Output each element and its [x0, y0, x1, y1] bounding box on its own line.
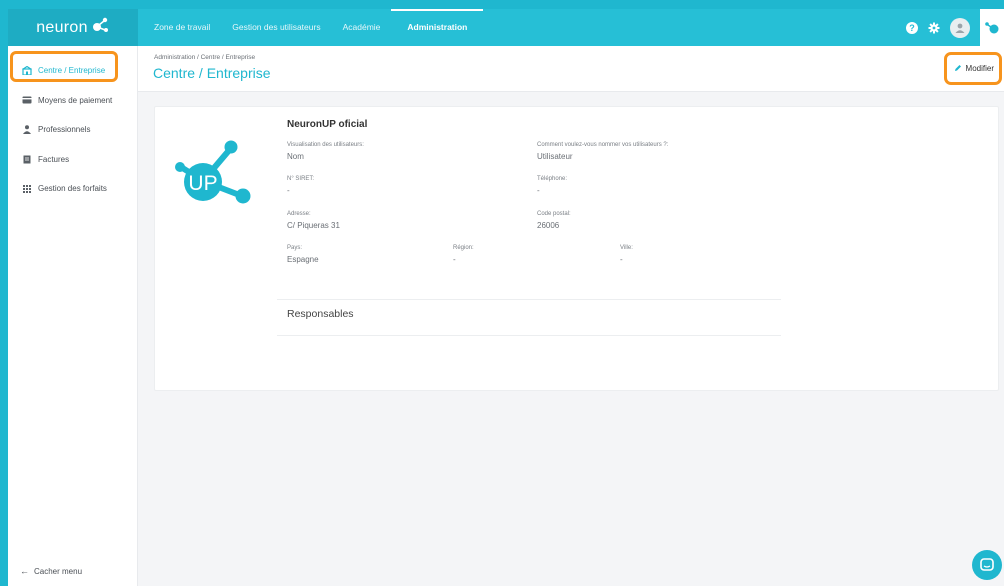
- app-logo-icon[interactable]: [980, 9, 1004, 46]
- field-value: -: [620, 255, 623, 264]
- field-label: Ville:: [620, 245, 633, 251]
- page-title: Centre / Entreprise: [153, 65, 271, 81]
- main-nav: Zone de travail Gestion des utilisateurs…: [154, 9, 484, 46]
- sidebar-item-factures[interactable]: Factures: [8, 145, 137, 175]
- sidebar-item-label: Professionnels: [38, 125, 91, 135]
- sidebar-item-gestion-forfaits[interactable]: Gestion des forfaits: [8, 174, 137, 204]
- highlight-modify: [944, 52, 1002, 85]
- nav-gestion-utilisateurs[interactable]: Gestion des utilisateurs: [221, 9, 331, 46]
- hide-menu-label: Cacher menu: [34, 566, 83, 576]
- nav-academie[interactable]: Académie: [332, 9, 392, 46]
- arrow-left-icon: ←: [20, 566, 29, 576]
- field-value: -: [537, 186, 540, 195]
- field-label: N° SIRET:: [287, 176, 315, 182]
- brand-mark-icon: [92, 17, 108, 32]
- field-label: Pays:: [287, 245, 303, 251]
- top-navbar: neuron Zone de travail Gestion des utili…: [8, 9, 1004, 46]
- field-label: Code postal:: [537, 211, 571, 217]
- divider: [277, 299, 781, 300]
- field-value: -: [287, 186, 290, 195]
- field-value: Utilisateur: [537, 152, 573, 161]
- field-pays: Pays: Espagne: [287, 245, 319, 264]
- page-header: Administration / Centre / Entreprise Cen…: [138, 46, 1004, 92]
- field-code-postal: Code postal: 26006: [537, 211, 571, 230]
- brand-logo[interactable]: neuron: [8, 9, 138, 46]
- highlight-centre-entreprise: [10, 51, 118, 82]
- sidebar-item-label: Gestion des forfaits: [38, 184, 107, 194]
- grid-icon: [22, 184, 32, 193]
- avatar[interactable]: [950, 17, 970, 38]
- responsables-title: Responsables: [287, 308, 354, 320]
- user-avatar-icon: [955, 23, 965, 33]
- help-icon[interactable]: ?: [906, 21, 918, 34]
- divider: [277, 335, 781, 336]
- app-window: neuron Zone de travail Gestion des utili…: [8, 9, 1004, 586]
- neuronup-mini-icon: [985, 21, 999, 33]
- field-value: C/ Piqueras 31: [287, 221, 340, 230]
- breadcrumb[interactable]: Administration / Centre / Entreprise: [154, 54, 255, 61]
- chat-icon: [980, 558, 994, 571]
- field-ville: Ville: -: [620, 245, 633, 264]
- top-actions: ?: [906, 9, 1004, 46]
- person-icon: [22, 125, 32, 135]
- field-telephone: Téléphone: -: [537, 176, 567, 195]
- sidebar-item-professionnels[interactable]: Professionnels: [8, 115, 137, 145]
- hide-menu-button[interactable]: ← Cacher menu: [20, 566, 82, 576]
- field-value: -: [453, 255, 456, 264]
- logo-text: UP: [188, 172, 217, 195]
- credit-card-icon: [22, 96, 32, 105]
- field-label: Adresse:: [287, 211, 311, 217]
- field-label: Visualisation des utilisateurs:: [287, 142, 364, 148]
- field-value: 26006: [537, 221, 560, 230]
- sidebar-item-moyens-paiement[interactable]: Moyens de paiement: [8, 86, 137, 116]
- field-region: Région: -: [453, 245, 474, 264]
- field-naming: Comment voulez-vous nommer vos utilisate…: [537, 142, 668, 161]
- field-value: Nom: [287, 152, 304, 161]
- org-name: NeuronUP oficial: [287, 119, 368, 130]
- sidebar-item-label: Moyens de paiement: [38, 95, 113, 105]
- nav-administration[interactable]: Administration: [391, 9, 484, 46]
- field-siret: N° SIRET: -: [287, 176, 314, 195]
- sidebar: Centre / Entreprise Moyens de paiement P…: [8, 46, 138, 586]
- field-visualisation: Visualisation des utilisateurs: Nom: [287, 142, 364, 161]
- invoice-icon: [22, 155, 32, 164]
- gear-icon[interactable]: [928, 22, 940, 34]
- brand-name: neuron: [36, 18, 88, 36]
- nav-zone-de-travail[interactable]: Zone de travail: [154, 9, 221, 46]
- field-label: Téléphone:: [537, 176, 568, 182]
- field-label: Comment voulez-vous nommer vos utilisate…: [537, 142, 669, 148]
- neuronup-logo: UP: [175, 140, 251, 204]
- chat-bubble-button[interactable]: [972, 550, 1002, 580]
- organization-card: UP NeuronUP oficial Visualisation des ut…: [154, 106, 999, 391]
- field-adresse: Adresse: C/ Piqueras 31: [287, 211, 340, 230]
- sidebar-item-label: Factures: [38, 154, 70, 164]
- field-label: Région:: [453, 245, 474, 251]
- field-value: Espagne: [287, 255, 319, 264]
